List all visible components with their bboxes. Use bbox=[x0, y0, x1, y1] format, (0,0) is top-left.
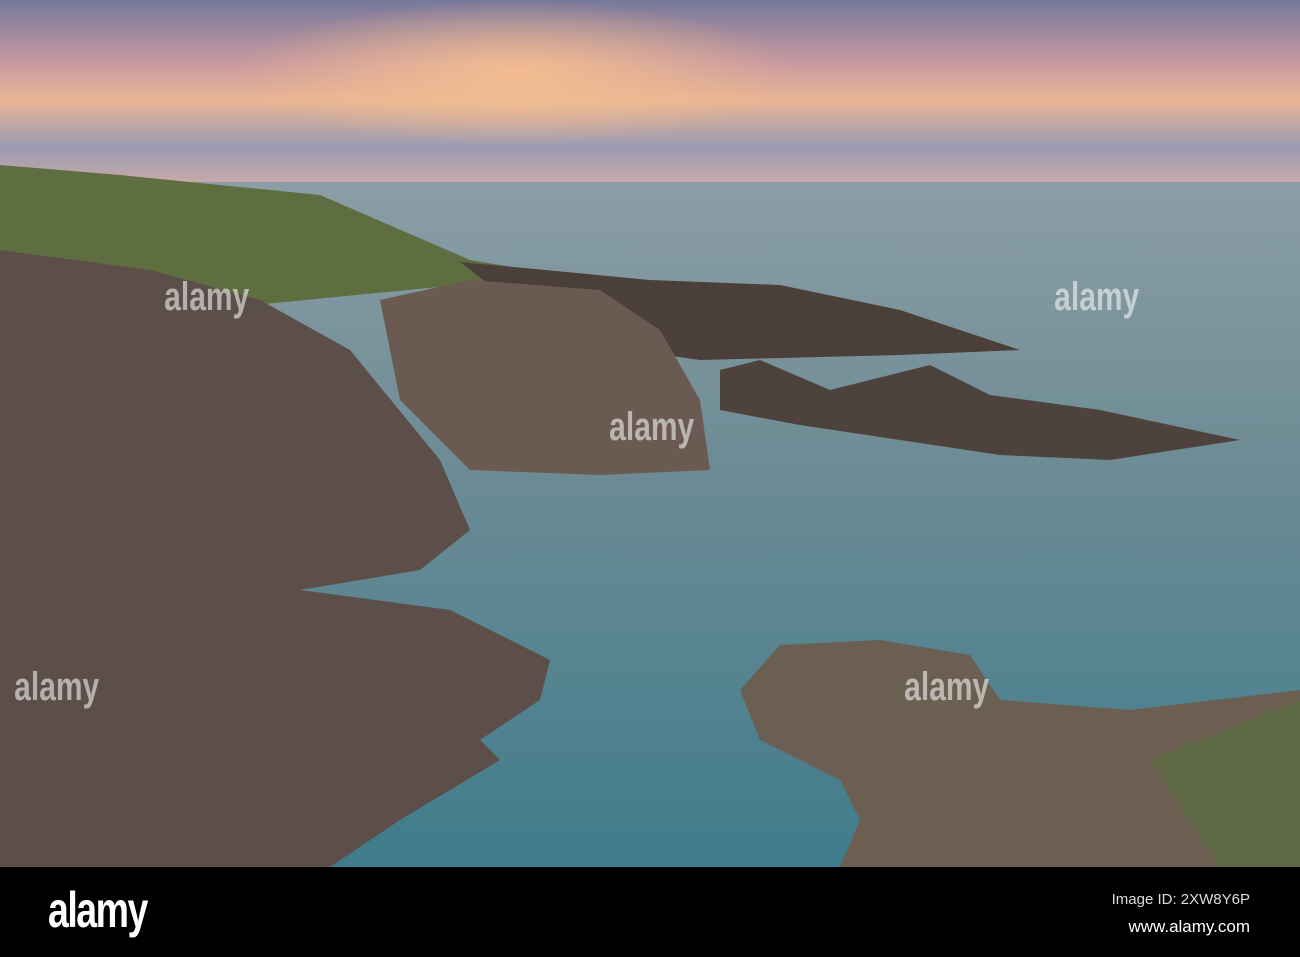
watermark-logo: alamy bbox=[904, 665, 990, 709]
photo-frame: alamy alamy alamy alamy alamy alamy Imag… bbox=[0, 0, 1300, 957]
site-url: www.alamy.com bbox=[1128, 917, 1250, 936]
alamy-logo: alamy bbox=[48, 882, 148, 938]
footer-bar: alamy Image ID: 2XW8Y6P www.alamy.com bbox=[0, 867, 1300, 957]
sunset-glow bbox=[200, 0, 900, 183]
watermark-logo: alamy bbox=[1054, 275, 1140, 319]
watermark-logo: alamy bbox=[609, 405, 695, 449]
watermark-logo: alamy bbox=[14, 665, 100, 709]
watermark-logo: alamy bbox=[164, 275, 250, 319]
image-id: Image ID: 2XW8Y6P bbox=[1111, 891, 1250, 908]
